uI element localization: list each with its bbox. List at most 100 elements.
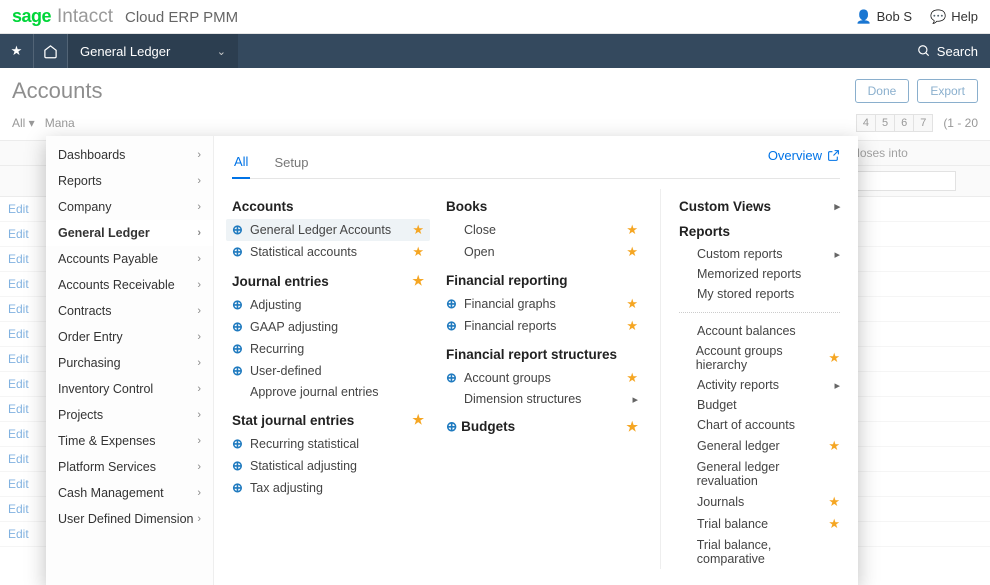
group-reports: Reports	[679, 224, 840, 239]
add-icon: ⊕	[446, 296, 458, 312]
sidebar-item[interactable]: Reports›	[46, 168, 213, 194]
menu-item-label: Account groups	[464, 371, 551, 385]
add-icon: ⊕	[232, 436, 244, 452]
nav-home-icon[interactable]	[34, 34, 68, 68]
menu-item-label: Adjusting	[250, 298, 301, 312]
sidebar-item[interactable]: Contracts›	[46, 298, 213, 324]
edit-link[interactable]: Edit	[8, 227, 29, 241]
sidebar-item[interactable]: Dashboards›	[46, 142, 213, 168]
edit-link[interactable]: Edit	[8, 452, 29, 466]
help-link[interactable]: 💬 Help	[930, 9, 978, 25]
group-custom-views[interactable]: Custom Views▸	[679, 199, 840, 214]
menu-item[interactable]: Journals★	[679, 491, 840, 513]
logo-intacct: Intacct	[57, 6, 113, 28]
page-title: Accounts	[12, 78, 103, 104]
sidebar-item[interactable]: Company›	[46, 194, 213, 220]
navbar: ★ General Ledger ⌄ Search	[0, 34, 990, 68]
menu-item[interactable]: ⊕Financial graphs★	[446, 293, 638, 315]
sidebar-item[interactable]: Platform Services›	[46, 454, 213, 480]
sidebar-item[interactable]: General Ledger›	[46, 220, 213, 246]
menu-item[interactable]: Budget	[679, 395, 840, 415]
edit-link[interactable]: Edit	[8, 377, 29, 391]
star-icon: ★	[828, 350, 840, 366]
menu-item[interactable]: ⊕Statistical accounts★	[232, 241, 424, 263]
edit-link[interactable]: Edit	[8, 327, 29, 341]
filter-all[interactable]: All ▾	[12, 116, 35, 130]
module-label: General Ledger	[80, 44, 170, 59]
sidebar-item[interactable]: Projects›	[46, 402, 213, 428]
menu-item[interactable]: General ledger★	[679, 435, 840, 457]
menu-item[interactable]: ⊕Statistical adjusting	[232, 455, 424, 477]
menu-item-label: Journals	[697, 495, 744, 509]
menu-item[interactable]: ⊕Account groups★	[446, 367, 638, 389]
menu-item[interactable]: Account balances	[679, 321, 840, 341]
edit-link[interactable]: Edit	[8, 402, 29, 416]
menu-item[interactable]: Trial balance★	[679, 513, 840, 535]
edit-link[interactable]: Edit	[8, 477, 29, 491]
menu-item[interactable]: Open★	[446, 241, 638, 263]
menu-item[interactable]: Memorized reports	[679, 264, 840, 284]
sidebar-item[interactable]: Inventory Control›	[46, 376, 213, 402]
menu-item[interactable]: Account groups hierarchy★	[679, 341, 840, 375]
menu-item[interactable]: Custom reports▸	[679, 244, 840, 264]
sidebar-item[interactable]: Purchasing›	[46, 350, 213, 376]
tab-all[interactable]: All	[232, 148, 250, 179]
menu-item[interactable]: Dimension structures▸	[446, 389, 638, 409]
overview-link[interactable]: Overview	[750, 136, 858, 175]
edit-link[interactable]: Edit	[8, 352, 29, 366]
pager[interactable]: 4567	[856, 114, 934, 132]
menu-item-label: Activity reports	[697, 378, 779, 392]
menu-item[interactable]: ⊕Recurring	[232, 338, 424, 360]
menu-item[interactable]: ⊕Recurring statistical	[232, 433, 424, 455]
menu-item[interactable]: ⊕Tax adjusting	[232, 477, 424, 499]
sidebar-item[interactable]: Time & Expenses›	[46, 428, 213, 454]
edit-link[interactable]: Edit	[8, 502, 29, 516]
menu-item-label: Trial balance, comparative	[697, 538, 840, 566]
closes-into-input[interactable]	[848, 171, 956, 191]
menu-item-label: GAAP adjusting	[250, 320, 338, 334]
menu-item[interactable]: ⊕GAAP adjusting	[232, 316, 424, 338]
edit-link[interactable]: Edit	[8, 202, 29, 216]
menu-item[interactable]: Trial balance, comparative	[679, 535, 840, 569]
add-icon: ⊕	[232, 341, 244, 357]
add-icon: ⊕	[446, 318, 458, 334]
menu-item[interactable]: Chart of accounts	[679, 415, 840, 435]
menu-item[interactable]: ⊕User-defined	[232, 360, 424, 382]
star-icon: ★	[626, 296, 638, 312]
sidebar-item[interactable]: Order Entry›	[46, 324, 213, 350]
sidebar-item[interactable]: Cash Management›	[46, 480, 213, 506]
chevron-right-icon: ›	[197, 201, 201, 213]
menu-item[interactable]: Close★	[446, 219, 638, 241]
sidebar-item[interactable]: User Defined Dimension›	[46, 506, 213, 532]
menu-item[interactable]: ⊕General Ledger Accounts★	[226, 219, 430, 241]
tab-setup[interactable]: Setup	[272, 149, 310, 178]
menu-item-label: Custom reports	[697, 247, 782, 261]
edit-link[interactable]: Edit	[8, 527, 29, 541]
menu-item[interactable]: ⊕Financial reports★	[446, 315, 638, 337]
sidebar-item[interactable]: Accounts Payable›	[46, 246, 213, 272]
add-icon: ⊕	[232, 244, 244, 260]
user-name: Bob S	[877, 9, 912, 24]
menu-item[interactable]: Approve journal entries	[232, 382, 424, 402]
edit-link[interactable]: Edit	[8, 427, 29, 441]
done-button[interactable]: Done	[855, 79, 910, 103]
edit-link[interactable]: Edit	[8, 302, 29, 316]
chevron-right-icon: ▸	[632, 393, 638, 406]
edit-link[interactable]: Edit	[8, 277, 29, 291]
mega-tabs: All Setup	[232, 148, 840, 179]
menu-item[interactable]: ⊕Adjusting	[232, 294, 424, 316]
menu-item[interactable]: Activity reports▸	[679, 375, 840, 395]
export-button[interactable]: Export	[917, 79, 978, 103]
nav-search[interactable]: Search	[905, 34, 990, 68]
chevron-right-icon: ›	[197, 305, 201, 317]
chevron-right-icon: ›	[197, 383, 201, 395]
edit-link[interactable]: Edit	[8, 252, 29, 266]
menu-item[interactable]: My stored reports	[679, 284, 840, 304]
user-menu[interactable]: 👤 Bob S	[855, 9, 912, 25]
group-budgets[interactable]: ⊕ Budgets ★	[446, 419, 638, 435]
sidebar-item[interactable]: Accounts Receivable›	[46, 272, 213, 298]
nav-star-icon[interactable]: ★	[0, 34, 34, 68]
module-dropdown[interactable]: General Ledger ⌄	[68, 34, 238, 68]
menu-item[interactable]: General ledger revaluation	[679, 457, 840, 491]
filter-manage[interactable]: Mana	[45, 116, 75, 130]
